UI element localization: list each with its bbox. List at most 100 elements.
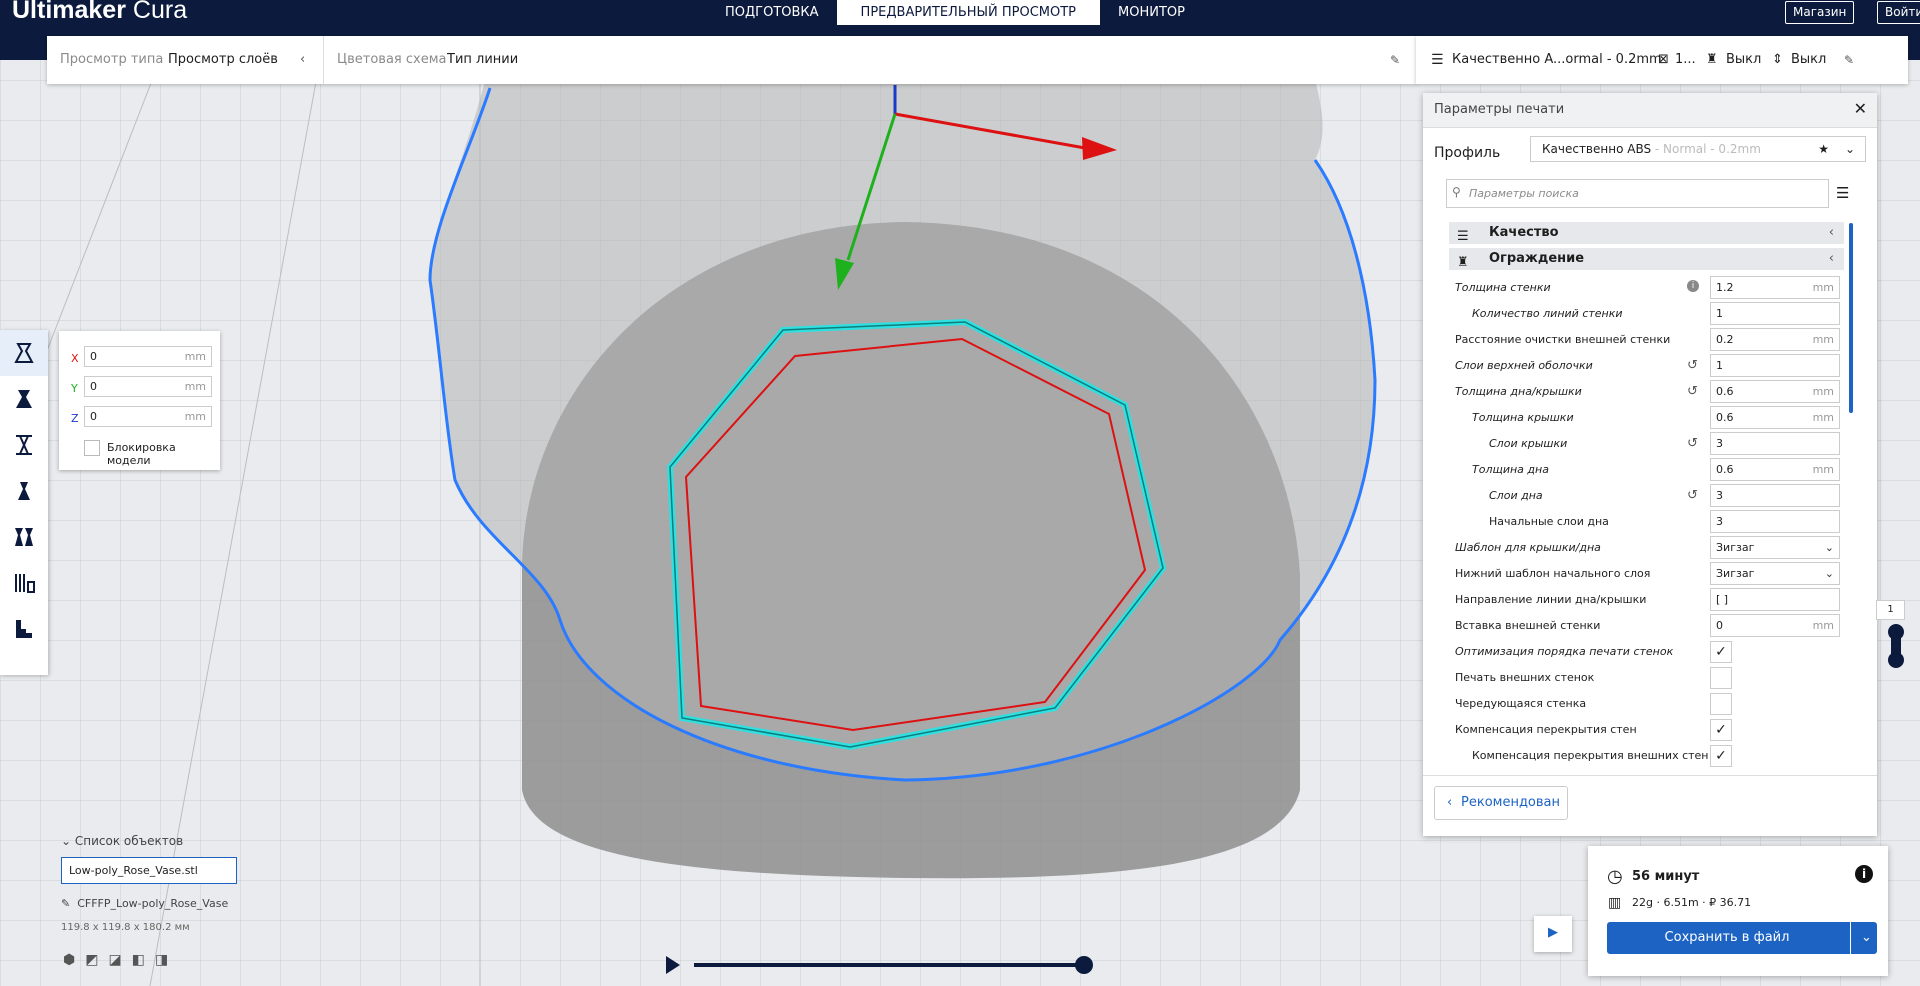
lay-flat-tool[interactable] bbox=[0, 606, 48, 652]
tab-preview[interactable]: ПРЕДВАРИТЕЛЬНЫЙ ПРОСМОТР bbox=[836, 0, 1101, 25]
setting-checkbox[interactable] bbox=[1710, 667, 1732, 689]
setting-label: Количество линий стенки bbox=[1472, 307, 1623, 320]
rotate-tool[interactable] bbox=[0, 422, 48, 468]
setting-label: Толщина стенки bbox=[1455, 281, 1551, 294]
category-shell[interactable]: ♜ Ограждение ‹ bbox=[1449, 248, 1844, 270]
setting-label: Толщина дна bbox=[1472, 463, 1549, 476]
per-model-settings-tool[interactable] bbox=[0, 514, 48, 560]
store-button[interactable]: Магазин bbox=[1785, 1, 1855, 24]
menu-icon[interactable]: ☰ bbox=[1836, 184, 1849, 202]
reset-icon[interactable]: ↺ bbox=[1687, 358, 1698, 373]
tab-monitor[interactable]: МОНИТОР bbox=[1100, 0, 1203, 25]
lock-model-checkbox[interactable] bbox=[84, 440, 100, 456]
setting-input[interactable]: 1 bbox=[1710, 354, 1840, 377]
rotate-icon bbox=[16, 435, 32, 455]
stage-tabs: ПОДГОТОВКА ПРЕДВАРИТЕЛЬНЫЙ ПРОСМОТР МОНИ… bbox=[707, 0, 1203, 25]
setting-input[interactable]: 0.6 mm bbox=[1710, 406, 1840, 429]
setting-dropdown[interactable]: Зигзаг ⌄ bbox=[1710, 536, 1840, 559]
setting-checkbox[interactable]: ✓ bbox=[1710, 641, 1732, 663]
setting-row: Слои верхней оболочки ↺ 1 bbox=[1423, 353, 1877, 379]
setting-label: Слои крышки bbox=[1489, 437, 1568, 450]
setting-input[interactable]: 1 bbox=[1710, 302, 1840, 325]
save-to-file-button[interactable]: Сохранить в файл ⌄ bbox=[1607, 922, 1877, 954]
search-icon: ⚲ bbox=[1452, 185, 1461, 199]
edit-icon[interactable]: ✎ bbox=[1844, 36, 1854, 84]
camera-view-buttons[interactable]: ⬢◩◪◧◨ bbox=[63, 952, 178, 968]
panel-title: Параметры печати bbox=[1434, 102, 1565, 117]
setting-checkbox[interactable] bbox=[1710, 693, 1732, 715]
info-icon[interactable]: i bbox=[1855, 865, 1873, 883]
setting-input[interactable]: 0.2 mm bbox=[1710, 328, 1840, 351]
filament-icon: ▥ bbox=[1608, 895, 1622, 911]
quality-icon: ☰ bbox=[1431, 52, 1444, 68]
category-quality[interactable]: ☰ Качество ‹ bbox=[1449, 222, 1844, 244]
job-name[interactable]: ✎ CFFFP_Low-poly_Rose_Vase bbox=[61, 897, 228, 910]
setting-input[interactable]: 1.2 mm bbox=[1710, 276, 1840, 299]
setting-input[interactable]: 0 mm bbox=[1710, 614, 1840, 637]
close-icon[interactable]: ✕ bbox=[1854, 99, 1867, 118]
recommended-button[interactable]: ‹ Рекомендован bbox=[1434, 786, 1568, 820]
mirror-tool[interactable] bbox=[0, 468, 48, 514]
object-list-header[interactable]: ⌄ Список объектов bbox=[61, 834, 183, 848]
chevron-left-icon: ‹ bbox=[1828, 225, 1834, 240]
view-toolbar: Просмотр типа Просмотр слоёв ‹ Цветовая … bbox=[47, 36, 1417, 84]
print-setup-selector[interactable]: ☰ Качественно A...ormal - 0.2mm ⊠ 1... ♜… bbox=[1416, 36, 1908, 84]
setting-input[interactable]: 3 bbox=[1710, 510, 1840, 533]
reset-icon[interactable]: ↺ bbox=[1687, 436, 1698, 451]
setting-label: Толщина дна/крышки bbox=[1455, 385, 1582, 398]
profile-dropdown[interactable]: Качественно ABS - Normal - 0.2mm ★ ⌄ bbox=[1530, 136, 1866, 162]
layer-number[interactable]: 1 bbox=[1876, 600, 1905, 620]
move-panel: X 0 mm Y 0 mm Z 0 mm Блокировка модели bbox=[59, 331, 220, 470]
settings-scrollbar[interactable] bbox=[1847, 223, 1855, 723]
setting-row: Чередующаяся стенка bbox=[1423, 691, 1877, 717]
pencil-icon[interactable]: ✎ bbox=[1390, 36, 1400, 84]
setting-label: Чередующаяся стенка bbox=[1455, 697, 1587, 710]
play-icon bbox=[666, 956, 680, 974]
print-settings-panel: Параметры печати ✕ Профиль Качественно A… bbox=[1423, 93, 1877, 836]
settings-search-input[interactable]: Параметры поиска bbox=[1446, 179, 1829, 208]
layer-slider[interactable] bbox=[1884, 622, 1908, 670]
pencil-icon: ✎ bbox=[61, 897, 71, 910]
chevron-left-icon[interactable]: ‹ bbox=[300, 36, 305, 84]
simulation-slider[interactable] bbox=[660, 952, 1100, 978]
setting-input[interactable]: 3 bbox=[1710, 432, 1840, 455]
material-estimate: 22g · 6.51m · ₽ 36.71 bbox=[1632, 896, 1752, 909]
support-blocker-tool[interactable] bbox=[0, 560, 48, 606]
x-input[interactable]: 0 mm bbox=[84, 346, 212, 367]
setting-input[interactable]: 0.6 mm bbox=[1710, 458, 1840, 481]
setting-row: Направление линии дна/крышки [ ] bbox=[1423, 587, 1877, 613]
object-list-item[interactable]: Low-poly_Rose_Vase.stl bbox=[61, 857, 237, 884]
tab-prepare[interactable]: ПОДГОТОВКА bbox=[707, 0, 837, 25]
y-input[interactable]: 0 mm bbox=[84, 376, 212, 397]
top-bar: Ultimaker Cura ПОДГОТОВКА ПРЕДВАРИТЕЛЬНЫ… bbox=[0, 0, 1920, 25]
setting-checkbox[interactable]: ✓ bbox=[1710, 745, 1732, 767]
chevron-left-icon: ‹ bbox=[1447, 795, 1453, 810]
setting-row: Начальные слои дна 3 bbox=[1423, 509, 1877, 535]
move-tool[interactable] bbox=[0, 330, 48, 376]
setting-dropdown[interactable]: Зигзаг ⌄ bbox=[1710, 562, 1840, 585]
right-view-icon: ◨ bbox=[154, 952, 179, 968]
model-dimensions: 119.8 x 119.8 x 180.2 мм bbox=[61, 922, 190, 933]
reset-icon[interactable]: ↺ bbox=[1687, 384, 1698, 399]
setting-input[interactable]: 3 bbox=[1710, 484, 1840, 507]
z-input[interactable]: 0 mm bbox=[84, 406, 212, 427]
info-icon[interactable]: i bbox=[1687, 280, 1699, 292]
reset-icon[interactable]: ↺ bbox=[1687, 488, 1698, 503]
chevron-down-icon[interactable]: ⌄ bbox=[1861, 922, 1872, 954]
infill-value: 1... bbox=[1675, 52, 1696, 67]
view-type-dropdown[interactable]: Просмотр слоёв bbox=[168, 36, 278, 84]
mirror-icon bbox=[18, 482, 30, 500]
tool-panel bbox=[0, 330, 48, 675]
login-button[interactable]: Войти bbox=[1877, 1, 1920, 24]
star-icon[interactable]: ★ bbox=[1818, 137, 1829, 161]
vase-model[interactable] bbox=[428, 60, 1377, 879]
setting-checkbox[interactable]: ✓ bbox=[1710, 719, 1732, 741]
color-scheme-dropdown[interactable]: Тип линии bbox=[447, 36, 518, 84]
scale-tool[interactable] bbox=[0, 376, 48, 422]
setting-input[interactable]: 0.6 mm bbox=[1710, 380, 1840, 403]
setting-label: Толщина крышки bbox=[1472, 411, 1574, 424]
setting-input[interactable]: [ ] bbox=[1710, 588, 1840, 611]
simulation-play-button[interactable]: ▶ bbox=[1534, 916, 1572, 952]
setting-row: Вставка внешней стенки 0 mm bbox=[1423, 613, 1877, 639]
quality-profile: Качественно A...ormal - 0.2mm bbox=[1452, 52, 1662, 67]
